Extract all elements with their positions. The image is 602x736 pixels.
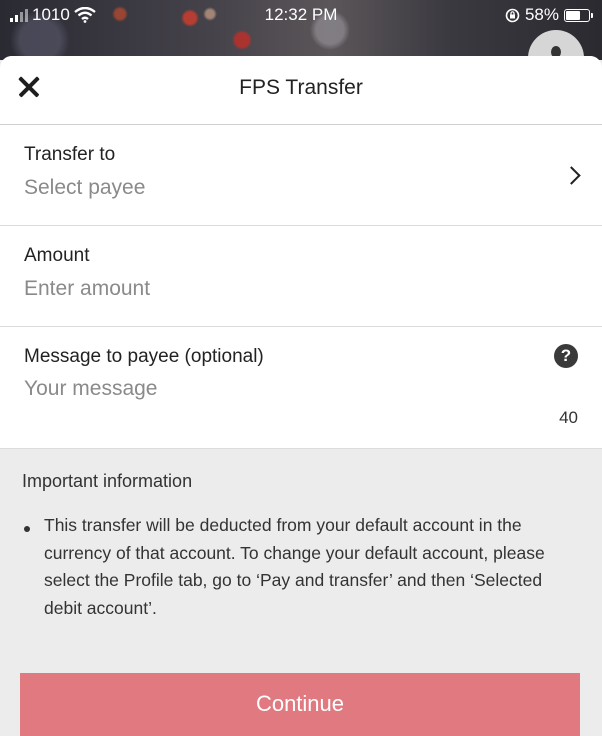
amount-field[interactable]: Amount Enter amount [0, 226, 602, 327]
orientation-lock-icon [505, 8, 520, 22]
battery-percent: 58% [524, 5, 559, 24]
transfer-sheet: FPS Transfer Transfer to Select payee Am… [0, 56, 602, 736]
message-label: Message to payee (optional) [24, 346, 264, 367]
important-info-text: This transfer will be deducted from your… [44, 515, 545, 618]
status-right: 58% [505, 5, 593, 25]
message-field[interactable]: Message to payee (optional) ? Your messa… [0, 327, 602, 449]
continue-button[interactable]: Continue [20, 673, 580, 736]
battery-icon [564, 8, 593, 22]
transfer-to-row[interactable]: Transfer to Select payee [0, 125, 602, 226]
page-title: FPS Transfer [239, 76, 363, 99]
chevron-right-icon [562, 166, 581, 185]
header: FPS Transfer [0, 56, 602, 125]
status-bar: 1010 12:32 PM 58% [0, 0, 602, 60]
character-counter: 40 [559, 408, 578, 427]
select-payee-placeholder: Select payee [24, 176, 146, 199]
help-icon[interactable]: ? [554, 344, 578, 368]
amount-input[interactable]: Enter amount [24, 277, 150, 301]
amount-label: Amount [24, 245, 90, 266]
bullet-icon [24, 526, 30, 532]
important-info-heading: Important information [22, 471, 193, 491]
transfer-to-label: Transfer to [24, 144, 116, 165]
message-input[interactable]: Your message [24, 377, 157, 401]
